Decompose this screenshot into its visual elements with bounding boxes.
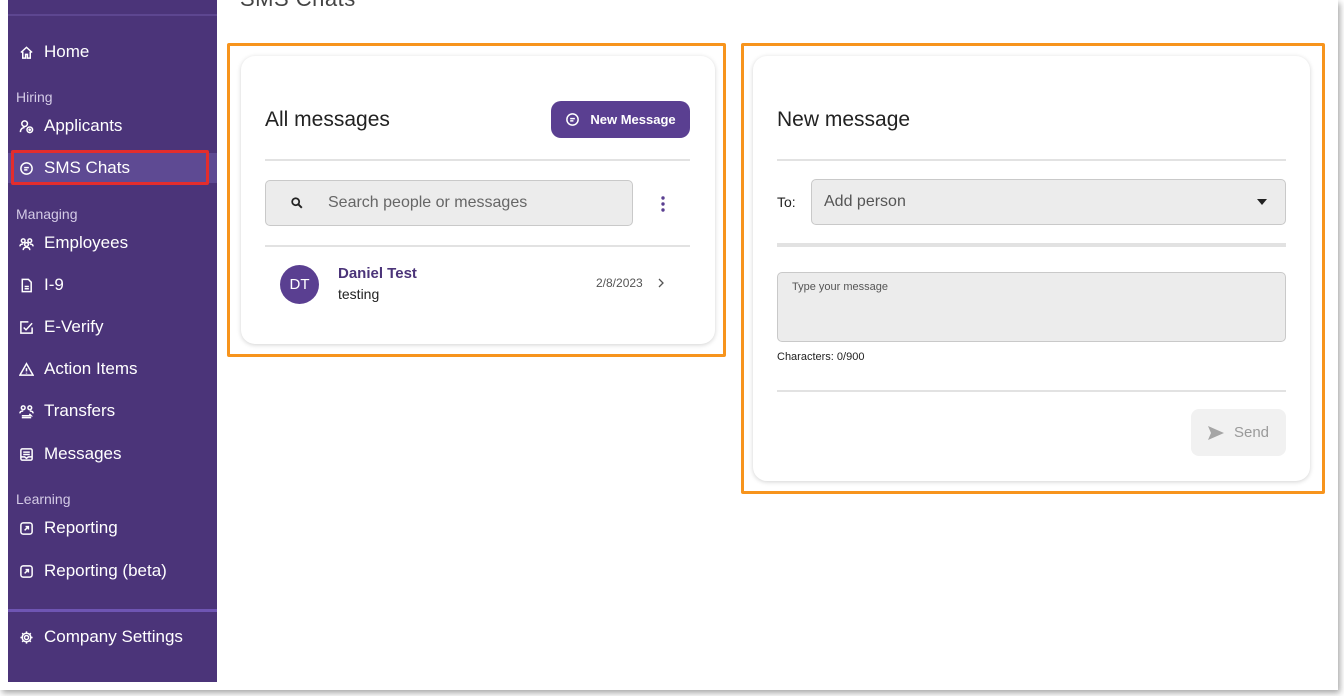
send-button[interactable]: Send xyxy=(1191,409,1286,456)
reporting-icon xyxy=(17,562,35,580)
gear-icon xyxy=(17,628,35,646)
send-label: Send xyxy=(1233,424,1270,441)
search-box xyxy=(265,180,633,226)
reporting-icon xyxy=(17,519,35,537)
section-label-learning: Learning xyxy=(16,491,71,507)
page-title: SMS Chats xyxy=(240,0,356,12)
sidebar: Home Hiring Applicants SMS Chats Managin… xyxy=(8,0,217,682)
sidebar-item-label: I-9 xyxy=(44,275,64,294)
chat-bubble-icon xyxy=(17,159,35,177)
new-message-button[interactable]: New Message xyxy=(551,101,690,138)
conversation-date: 2/8/2023 xyxy=(596,276,643,290)
more-options-icon[interactable] xyxy=(657,194,669,214)
sidebar-item-home[interactable]: Home xyxy=(8,36,217,68)
sidebar-item-sms-chats[interactable]: SMS Chats xyxy=(8,153,217,183)
search-input[interactable] xyxy=(326,193,610,213)
all-messages-title: All messages xyxy=(265,108,390,131)
message-textarea[interactable] xyxy=(777,272,1286,342)
sidebar-item-reporting-beta[interactable]: Reporting (beta) xyxy=(8,555,217,587)
recipient-select[interactable]: Add person xyxy=(811,179,1286,225)
sidebar-item-e-verify[interactable]: E-Verify xyxy=(8,311,217,343)
sidebar-item-label: E-Verify xyxy=(44,317,104,336)
sidebar-item-label: Reporting xyxy=(44,518,118,537)
sidebar-item-label: SMS Chats xyxy=(44,158,130,177)
caret-down-icon xyxy=(1257,199,1267,205)
conversation-name: Daniel Test xyxy=(338,265,417,282)
divider xyxy=(777,159,1286,161)
sidebar-item-i9[interactable]: I-9 xyxy=(8,269,217,301)
conversation-snippet: testing xyxy=(338,286,380,302)
avatar: DT xyxy=(280,265,319,304)
sidebar-item-messages[interactable]: Messages xyxy=(8,438,217,470)
sidebar-item-label: Reporting (beta) xyxy=(44,561,167,580)
applicants-icon xyxy=(17,117,35,135)
sidebar-item-company-settings[interactable]: Company Settings xyxy=(8,621,217,653)
recipient-placeholder: Add person xyxy=(824,193,906,210)
chevron-right-icon xyxy=(658,278,664,288)
new-message-label: New Message xyxy=(590,112,676,127)
sidebar-item-label: Applicants xyxy=(44,116,123,135)
divider xyxy=(777,390,1286,392)
section-label-managing: Managing xyxy=(16,206,78,222)
sidebar-item-label: Messages xyxy=(44,444,122,463)
divider xyxy=(777,243,1286,247)
messages-icon xyxy=(17,445,35,463)
sidebar-item-employees[interactable]: Employees xyxy=(8,227,217,259)
to-label: To: xyxy=(777,194,796,210)
sidebar-item-reporting[interactable]: Reporting xyxy=(8,512,217,544)
character-count: Characters: 0/900 xyxy=(777,351,865,363)
sidebar-item-label: Transfers xyxy=(44,401,116,420)
warning-icon xyxy=(17,360,35,378)
sidebar-item-action-items[interactable]: Action Items xyxy=(8,353,217,385)
chat-bubble-icon xyxy=(566,113,580,126)
transfers-icon xyxy=(17,402,35,420)
sidebar-top-divider xyxy=(8,14,217,16)
checkbox-icon xyxy=(17,318,35,336)
sidebar-item-label: Home xyxy=(44,42,90,61)
sidebar-item-transfers[interactable]: Transfers xyxy=(8,395,217,427)
section-label-hiring: Hiring xyxy=(16,89,53,105)
sidebar-item-label: Action Items xyxy=(44,359,138,378)
send-icon xyxy=(1207,425,1224,440)
sidebar-item-label: Company Settings xyxy=(44,627,183,646)
sidebar-divider xyxy=(8,609,217,612)
divider xyxy=(265,245,690,247)
home-icon xyxy=(17,43,35,61)
search-icon xyxy=(291,197,303,209)
sidebar-item-applicants[interactable]: Applicants xyxy=(8,110,217,142)
employees-icon xyxy=(17,234,35,252)
new-message-title: New message xyxy=(777,108,911,131)
document-icon xyxy=(17,276,35,294)
divider xyxy=(265,159,690,161)
sidebar-item-label: Employees xyxy=(44,233,129,252)
